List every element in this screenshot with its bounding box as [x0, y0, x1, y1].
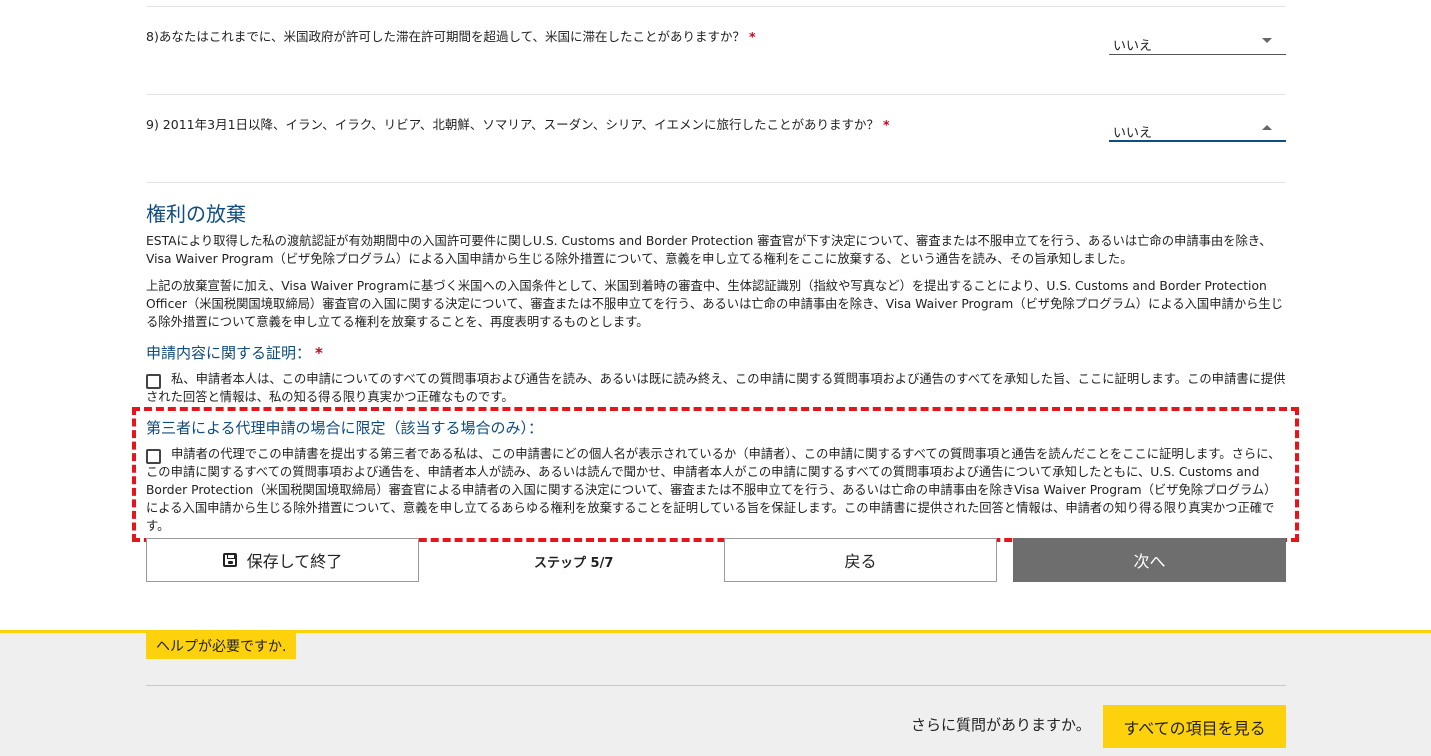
third-party-text: 申請者の代理でこの申請書を提出する第三者である私は、この申請書にどの個人名が表示…	[146, 447, 1281, 533]
caret-down-icon	[1262, 38, 1272, 43]
certification-title-label: 申請内容に関する証明：	[146, 344, 312, 362]
help-tag: ヘルプが必要ですか.	[146, 633, 297, 659]
certification-text: 私、申請者本人は、この申請についてのすべての質問事項および通告を読み、あるいは既…	[146, 372, 1286, 404]
back-label: 戻る	[844, 552, 877, 571]
question-8-label: 8)あなたはこれまでに、米国政府が許可した滞在許可期間を超過して、米国に滞在した…	[146, 29, 745, 44]
help-footer: ヘルプが必要ですか. さらに質問がありますか。 すべての項目を見る	[0, 630, 1431, 756]
waiver-title: 権利の放棄	[146, 202, 246, 226]
see-all-items-button[interactable]: すべての項目を見る	[1103, 705, 1286, 748]
question-8-value: いいえ	[1113, 39, 1153, 54]
certification-title: 申請内容に関する証明： *	[146, 342, 323, 363]
required-mark: *	[748, 29, 756, 44]
required-mark: *	[315, 344, 323, 362]
caret-up-icon	[1262, 125, 1272, 130]
footer-divider	[146, 685, 1286, 686]
waiver-paragraph-1: ESTAにより取得した私の渡航認証が有効期間中の入国許可要件に関しU.S. Cu…	[146, 234, 1272, 266]
waiver-paragraph-2: 上記の放棄宣誓に加え、Visa Waiver Programに基づく米国への入国…	[146, 279, 1284, 329]
third-party-title: 第三者による代理申請の場合に限定（該当する場合のみ）：	[146, 419, 544, 437]
save-and-exit-label: 保存して終了	[246, 552, 343, 571]
save-icon	[222, 553, 237, 567]
question-8-text: 8)あなたはこれまでに、米国政府が許可した滞在許可期間を超過して、米国に滞在した…	[146, 26, 756, 45]
next-button[interactable]: 次へ	[1013, 538, 1286, 582]
top-divider	[146, 6, 1286, 7]
more-questions-text: さらに質問がありますか。	[911, 716, 1091, 734]
question-8-select[interactable]: いいえ	[1109, 25, 1286, 55]
required-mark: *	[883, 117, 890, 132]
question-9-select[interactable]: いいえ	[1109, 112, 1286, 142]
question-9-value: いいえ	[1113, 126, 1153, 141]
question-divider	[146, 94, 1286, 95]
question-9-text: 9) 2011年3月1日以降、イラン、イラク、リビア、北朝鮮、ソマリア、スーダン…	[146, 114, 890, 133]
next-label: 次へ	[1133, 552, 1166, 571]
back-button[interactable]: 戻る	[724, 538, 997, 582]
question-divider	[146, 182, 1286, 183]
question-9-label: 9) 2011年3月1日以降、イラン、イラク、リビア、北朝鮮、ソマリア、スーダン…	[146, 117, 880, 132]
step-indicator: ステップ 5/7	[534, 556, 614, 571]
save-and-exit-button[interactable]: 保存して終了	[146, 538, 419, 582]
